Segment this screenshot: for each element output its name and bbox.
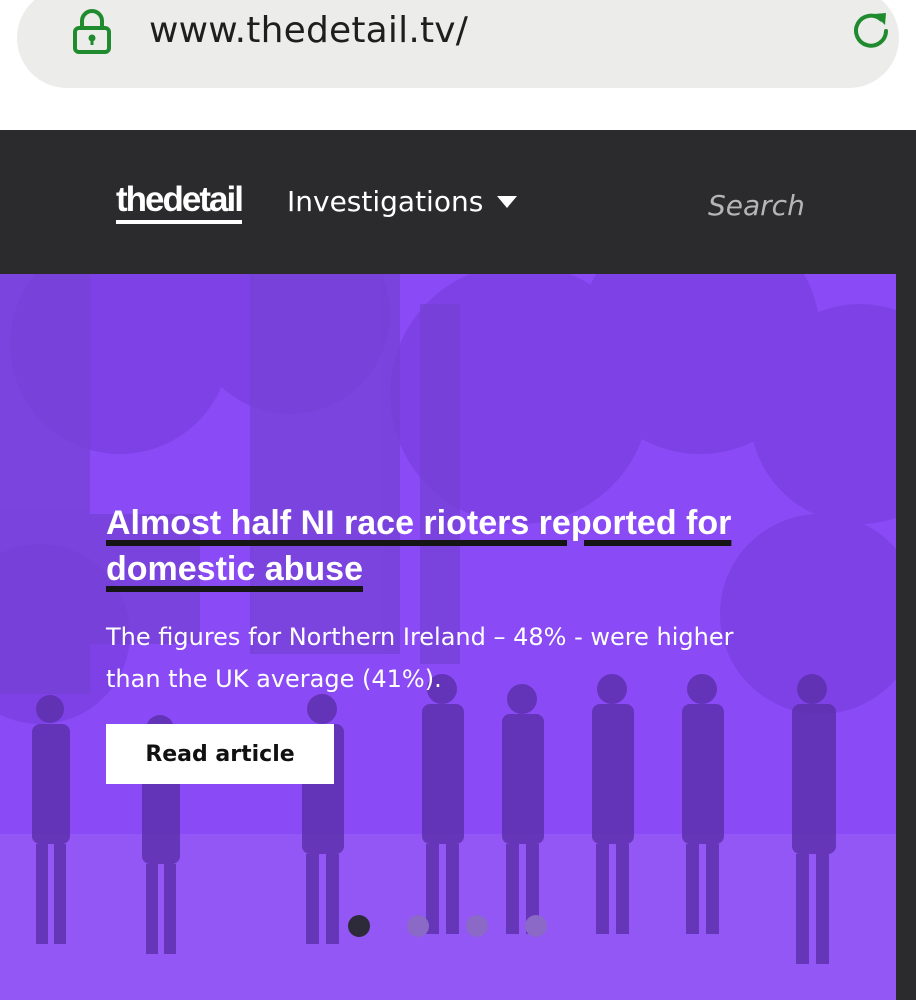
url-text[interactable]: www.thedetail.tv/ bbox=[149, 8, 468, 54]
hero-summary: The figures for Northern Ireland – 48% -… bbox=[106, 623, 734, 693]
carousel-dot-4[interactable] bbox=[525, 915, 547, 937]
lock-icon bbox=[73, 9, 111, 54]
carousel-dots bbox=[348, 915, 547, 937]
hero-headline[interactable]: Almost half NI race rioters reported for… bbox=[106, 500, 806, 592]
site-header: thedetail Investigations Search bbox=[0, 130, 916, 274]
reload-icon[interactable] bbox=[848, 8, 894, 54]
page-edge-strip bbox=[896, 274, 916, 1000]
carousel-dot-3[interactable] bbox=[466, 915, 488, 937]
caret-down-icon bbox=[497, 196, 518, 208]
address-bar[interactable]: www.thedetail.tv/ bbox=[17, 0, 899, 88]
carousel-dot-2[interactable] bbox=[407, 915, 429, 937]
hero-carousel: Almost half NI race rioters reported for… bbox=[0, 274, 896, 1000]
nav-investigations[interactable]: Investigations bbox=[287, 182, 518, 222]
search-input[interactable]: Search bbox=[708, 186, 805, 226]
site-logo[interactable]: thedetail bbox=[116, 182, 244, 224]
carousel-dot-1[interactable] bbox=[348, 915, 370, 937]
nav-investigations-label: Investigations bbox=[287, 185, 484, 218]
read-article-button[interactable]: Read article bbox=[106, 724, 334, 784]
hero-headline-link[interactable]: Almost half NI race rioters reported for… bbox=[106, 504, 731, 588]
